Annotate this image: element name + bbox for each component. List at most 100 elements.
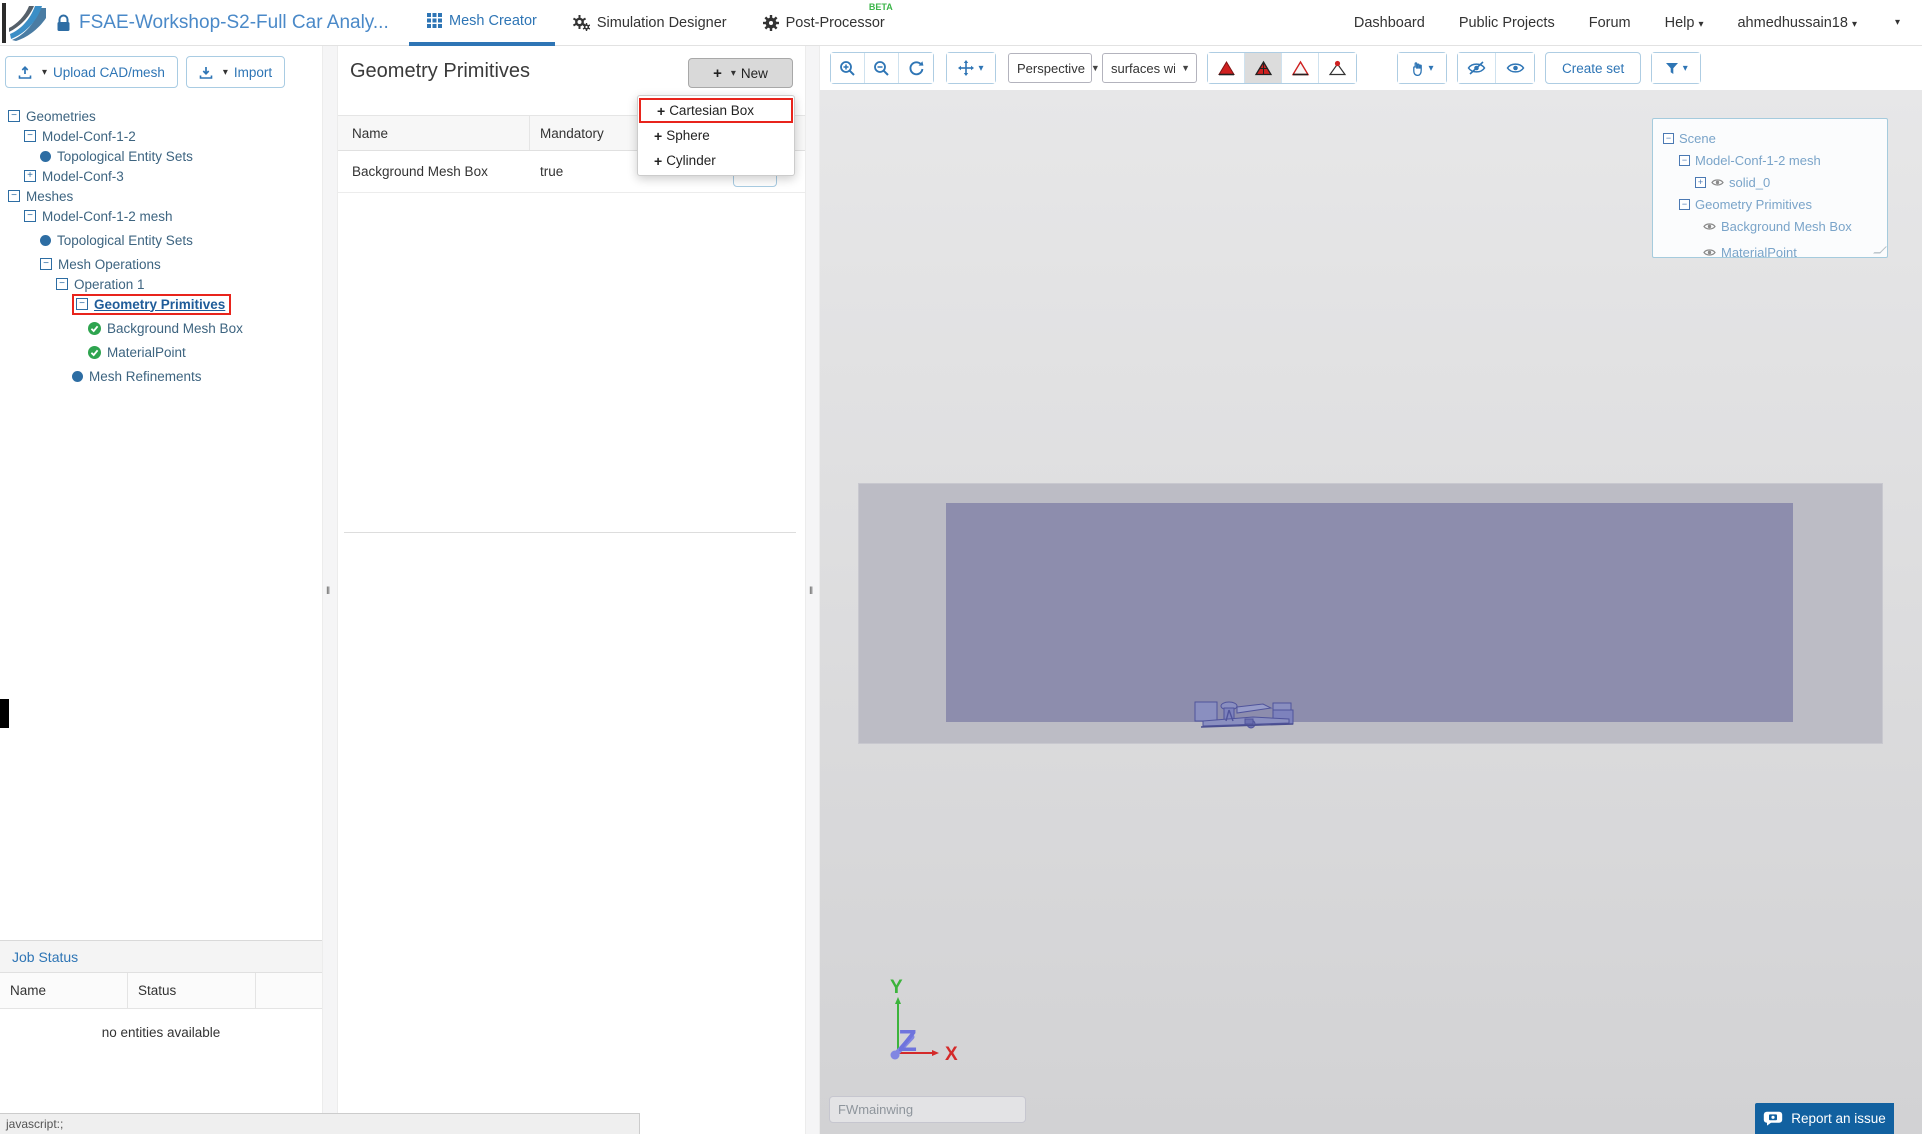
gear-icon — [763, 15, 779, 31]
scene-item-model-conf-1-2-mesh[interactable]: −Model-Conf-1-2 mesh — [1659, 149, 1887, 171]
tree-item-topological-entity-sets[interactable]: Topological Entity Sets — [0, 146, 322, 166]
job-status-panel: Job Status Name Status no entities avail… — [0, 940, 322, 1134]
render-mode-select[interactable]: surfaces with v▼ — [1102, 53, 1197, 83]
resizer-grip-icon[interactable]: ‖ — [326, 586, 331, 597]
plus-icon: + — [657, 103, 665, 119]
tab-simulation-designer[interactable]: Simulation Designer — [555, 0, 745, 46]
download-icon — [199, 65, 213, 79]
pick-tool-button[interactable]: ▾ — [1398, 53, 1446, 83]
grid-icon — [427, 13, 442, 28]
panel-resizer-left[interactable]: ‖ — [322, 46, 338, 1134]
nav-public-projects[interactable]: Public Projects — [1459, 15, 1555, 31]
tree-item-operation-1[interactable]: −Operation 1 — [0, 274, 322, 294]
node-dot-icon — [40, 235, 51, 246]
render-canvas[interactable]: −Scene −Model-Conf-1-2 mesh + solid_0 −G… — [820, 90, 1922, 1134]
zoom-out-button[interactable] — [865, 53, 899, 83]
chevron-down-icon: ▾ — [1428, 63, 1433, 74]
check-icon — [88, 322, 101, 335]
navbar-overflow-caret[interactable]: ▾ — [1895, 17, 1900, 28]
nav-help-menu[interactable]: Help▾ — [1665, 15, 1704, 31]
tree-item-mesh-refinements[interactable]: Mesh Refinements — [0, 366, 322, 386]
top-navbar: FSAE-Workshop-S2-Full Car Analy... Mesh … — [0, 0, 1922, 46]
hide-selected-button[interactable] — [1458, 53, 1496, 83]
menu-item-sphere[interactable]: +Sphere — [638, 123, 794, 148]
plus-icon: + — [654, 128, 662, 144]
surfaces-with-wireframe-toggle[interactable] — [1245, 53, 1282, 83]
menu-item-cylinder[interactable]: +Cylinder — [638, 148, 794, 173]
pan-move-button[interactable]: ▾ — [947, 53, 995, 83]
tree-item-model-conf-1-2[interactable]: −Model-Conf-1-2 — [0, 126, 322, 146]
tab-label: Post-Processor — [786, 15, 885, 31]
tree-item-geometries[interactable]: −Geometries — [0, 106, 322, 126]
car-model[interactable] — [1193, 695, 1305, 731]
tab-post-processor[interactable]: BETA Post-Processor — [745, 0, 903, 46]
tree-item-materialpoint[interactable]: MaterialPoint — [0, 342, 322, 362]
tree-item-model-conf-3[interactable]: +Model-Conf-3 — [0, 166, 322, 186]
show-all-button[interactable] — [1496, 53, 1534, 83]
refresh-view-button[interactable] — [899, 53, 933, 83]
collapse-icon[interactable]: − — [1663, 133, 1674, 144]
expand-icon[interactable]: + — [24, 170, 36, 182]
tab-mesh-creator[interactable]: Mesh Creator — [409, 0, 555, 46]
column-header-status: Status — [128, 973, 256, 1008]
collapse-icon[interactable]: − — [40, 258, 52, 270]
eye-icon[interactable] — [1703, 222, 1716, 231]
surfaces-solid-toggle[interactable] — [1208, 53, 1245, 83]
report-issue-button[interactable]: Report an issue — [1755, 1103, 1894, 1134]
wireframe-toggle[interactable] — [1282, 53, 1319, 83]
points-toggle[interactable] — [1319, 53, 1356, 83]
background-mesh-box-face[interactable] — [946, 503, 1793, 722]
tree-item-model-conf-1-2-mesh[interactable]: −Model-Conf-1-2 mesh — [0, 206, 322, 226]
select-arrow-icon: ▼ — [1091, 63, 1100, 73]
project-title[interactable]: FSAE-Workshop-S2-Full Car Analy... — [79, 12, 349, 34]
collapse-icon[interactable]: − — [8, 110, 20, 122]
chevron-down-icon: ▾ — [223, 67, 228, 78]
tree-item-topological-entity-sets-mesh[interactable]: Topological Entity Sets — [0, 230, 322, 250]
viewport-3d: ▾ Perspective▼ surfaces with v▼ — [820, 46, 1922, 1134]
scene-item-materialpoint[interactable]: MaterialPoint — [1659, 241, 1887, 263]
upload-cad-mesh-button[interactable]: ▾ Upload CAD/mesh — [5, 56, 178, 88]
collapse-icon[interactable]: − — [8, 190, 20, 202]
browser-status-bar: javascript:; — [0, 1113, 640, 1134]
collapse-icon[interactable]: − — [24, 130, 36, 142]
collapse-icon[interactable]: − — [1679, 199, 1690, 210]
zoom-in-button[interactable] — [831, 53, 865, 83]
nav-forum[interactable]: Forum — [1589, 15, 1631, 31]
resizer-grip-icon[interactable]: ‖ — [809, 586, 814, 597]
camera-bubble-icon — [1763, 1111, 1783, 1126]
scene-item-background-mesh-box[interactable]: Background Mesh Box — [1659, 215, 1887, 237]
new-button[interactable]: + ▾ New — [688, 58, 793, 88]
projection-select[interactable]: Perspective▼ — [1008, 53, 1092, 83]
menu-item-cartesian-box[interactable]: +Cartesian Box — [639, 98, 793, 123]
beta-badge: BETA — [869, 2, 893, 12]
nav-user-menu[interactable]: ahmedhussain18▾ — [1737, 15, 1856, 31]
cell-name: Background Mesh Box — [338, 164, 530, 179]
panel-resizer-right[interactable]: ‖ — [805, 46, 820, 1134]
simscale-logo-icon[interactable] — [8, 4, 46, 42]
tree-item-background-mesh-box[interactable]: Background Mesh Box — [0, 318, 322, 338]
scene-item-geometry-primitives[interactable]: −Geometry Primitives — [1659, 193, 1887, 215]
collapse-icon[interactable]: − — [76, 298, 88, 310]
eye-icon[interactable] — [1711, 178, 1724, 187]
tree-item-geometry-primitives[interactable]: − Geometry Primitives — [0, 294, 322, 314]
collapse-icon[interactable]: − — [56, 278, 68, 290]
eye-icon[interactable] — [1703, 248, 1716, 257]
annotation-input[interactable]: FWmainwing — [829, 1096, 1026, 1123]
expand-icon[interactable]: + — [1695, 177, 1706, 188]
chevron-down-icon: ▾ — [1852, 19, 1857, 30]
import-button[interactable]: ▾ Import — [186, 56, 285, 88]
filter-button[interactable]: ▾ — [1652, 53, 1700, 83]
chevron-down-icon: ▾ — [1698, 19, 1703, 30]
create-set-button[interactable]: Create set — [1545, 52, 1641, 84]
scene-item-scene[interactable]: −Scene — [1659, 127, 1887, 149]
zoom-group — [830, 52, 934, 84]
collapse-icon[interactable]: − — [24, 210, 36, 222]
scene-item-solid-0[interactable]: + solid_0 — [1659, 171, 1887, 193]
collapse-icon[interactable]: − — [1679, 155, 1690, 166]
job-status-empty-text: no entities available — [0, 1009, 322, 1040]
chevron-down-icon: ▾ — [978, 63, 983, 74]
nav-dashboard[interactable]: Dashboard — [1354, 15, 1425, 31]
navbar-links: Dashboard Public Projects Forum Help▾ ah… — [1354, 15, 1922, 31]
tree-item-meshes[interactable]: −Meshes — [0, 186, 322, 206]
tree-item-mesh-operations[interactable]: −Mesh Operations — [0, 254, 322, 274]
